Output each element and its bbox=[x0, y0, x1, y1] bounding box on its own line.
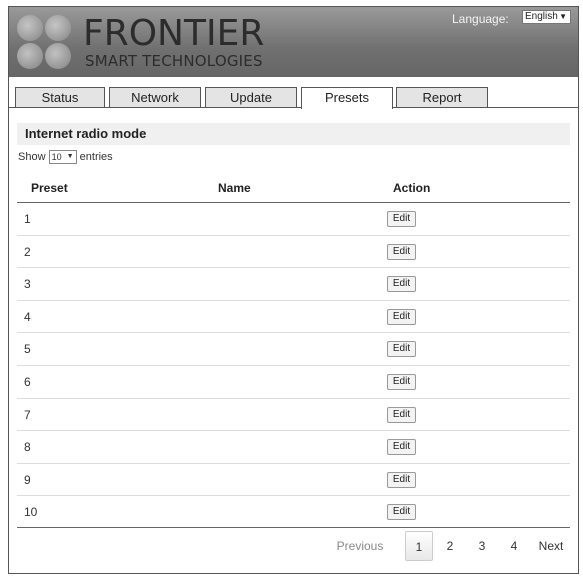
edit-button[interactable]: Edit bbox=[387, 471, 416, 488]
preset-number: 4 bbox=[24, 309, 31, 324]
preset-number: 3 bbox=[24, 277, 31, 292]
preset-number: 7 bbox=[24, 407, 31, 422]
preset-number: 5 bbox=[24, 342, 31, 357]
language-selected: English bbox=[525, 11, 558, 22]
preset-number: 9 bbox=[24, 472, 31, 487]
table-row: 7 Edit bbox=[17, 399, 570, 432]
language-label: Language: bbox=[452, 12, 509, 26]
language-select[interactable]: English ▼ bbox=[522, 10, 571, 24]
preset-number: 6 bbox=[24, 374, 31, 389]
table-footer-divider bbox=[17, 527, 570, 528]
preset-number: 1 bbox=[24, 212, 31, 226]
edit-button[interactable]: Edit bbox=[387, 373, 416, 390]
entries-select[interactable]: 10 ▼ bbox=[48, 150, 77, 164]
tab-network[interactable]: Network bbox=[109, 87, 201, 108]
header-preset[interactable]: Preset bbox=[31, 181, 68, 195]
header-action[interactable]: Action bbox=[393, 181, 430, 195]
edit-button[interactable]: Edit bbox=[387, 243, 416, 260]
table-row: 6 Edit bbox=[17, 366, 570, 399]
header-banner: FRONTIER SMART TECHNOLOGIES Language: En… bbox=[9, 7, 578, 77]
entries-label: entries bbox=[79, 150, 113, 163]
table-row: 5 Edit bbox=[17, 333, 570, 366]
brand-tagline: SMART TECHNOLOGIES bbox=[85, 52, 263, 70]
table-header: Preset Name Action bbox=[17, 173, 570, 203]
preset-number: 10 bbox=[24, 505, 38, 520]
frontier-logo-icon bbox=[17, 13, 77, 73]
edit-button[interactable]: Edit bbox=[387, 211, 416, 227]
pagination-next-button[interactable]: Next bbox=[535, 531, 567, 561]
table-row: 10 Edit bbox=[17, 496, 570, 529]
table-row: 8 Edit bbox=[17, 431, 570, 464]
table-row: 2 Edit bbox=[17, 236, 570, 269]
edit-button[interactable]: Edit bbox=[387, 504, 416, 521]
header-name[interactable]: Name bbox=[218, 181, 251, 195]
pagination: Previous 1 2 3 4 Next bbox=[17, 531, 570, 561]
edit-button[interactable]: Edit bbox=[387, 276, 416, 293]
tab-status[interactable]: Status bbox=[15, 87, 105, 108]
edit-button[interactable]: Edit bbox=[387, 341, 416, 358]
pagination-page-4[interactable]: 4 bbox=[501, 531, 527, 561]
chevron-down-icon: ▼ bbox=[66, 153, 74, 160]
pagination-page-2[interactable]: 2 bbox=[437, 531, 463, 561]
tab-bar: Status Network Update Presets Report bbox=[9, 77, 578, 109]
edit-button[interactable]: Edit bbox=[387, 308, 416, 325]
preset-number: 8 bbox=[24, 440, 31, 455]
pagination-page-3[interactable]: 3 bbox=[469, 531, 495, 561]
tab-update[interactable]: Update bbox=[205, 87, 297, 108]
table-row: 3 Edit bbox=[17, 268, 570, 301]
pagination-page-1[interactable]: 1 bbox=[405, 531, 433, 561]
entries-selected: 10 bbox=[51, 152, 62, 162]
brand-name: FRONTIER bbox=[83, 13, 265, 54]
edit-button[interactable]: Edit bbox=[387, 439, 416, 456]
tab-presets[interactable]: Presets bbox=[301, 87, 393, 109]
section-title: Internet radio mode bbox=[17, 123, 570, 145]
edit-button[interactable]: Edit bbox=[387, 406, 416, 423]
chevron-down-icon: ▼ bbox=[559, 12, 567, 21]
entries-length-control: Show 10 ▼ entries bbox=[18, 150, 113, 164]
table-body: 1 Edit 2 Edit 3 Edit 4 Edit 5 Edit 6 Edit 7 Edi… bbox=[17, 203, 570, 529]
page-frame: FRONTIER SMART TECHNOLOGIES Language: En… bbox=[8, 6, 579, 574]
preset-number: 2 bbox=[24, 244, 31, 259]
tab-report[interactable]: Report bbox=[396, 87, 488, 108]
table-row: 1 Edit bbox=[17, 203, 570, 236]
table-row: 4 Edit bbox=[17, 301, 570, 334]
table-row: 9 Edit bbox=[17, 464, 570, 497]
tab-divider bbox=[9, 107, 578, 108]
presets-table: Preset Name Action 1 Edit 2 Edit 3 Edit 4 Ed… bbox=[17, 173, 570, 529]
pagination-previous-button[interactable]: Previous bbox=[335, 531, 385, 561]
show-label: Show bbox=[18, 150, 46, 163]
